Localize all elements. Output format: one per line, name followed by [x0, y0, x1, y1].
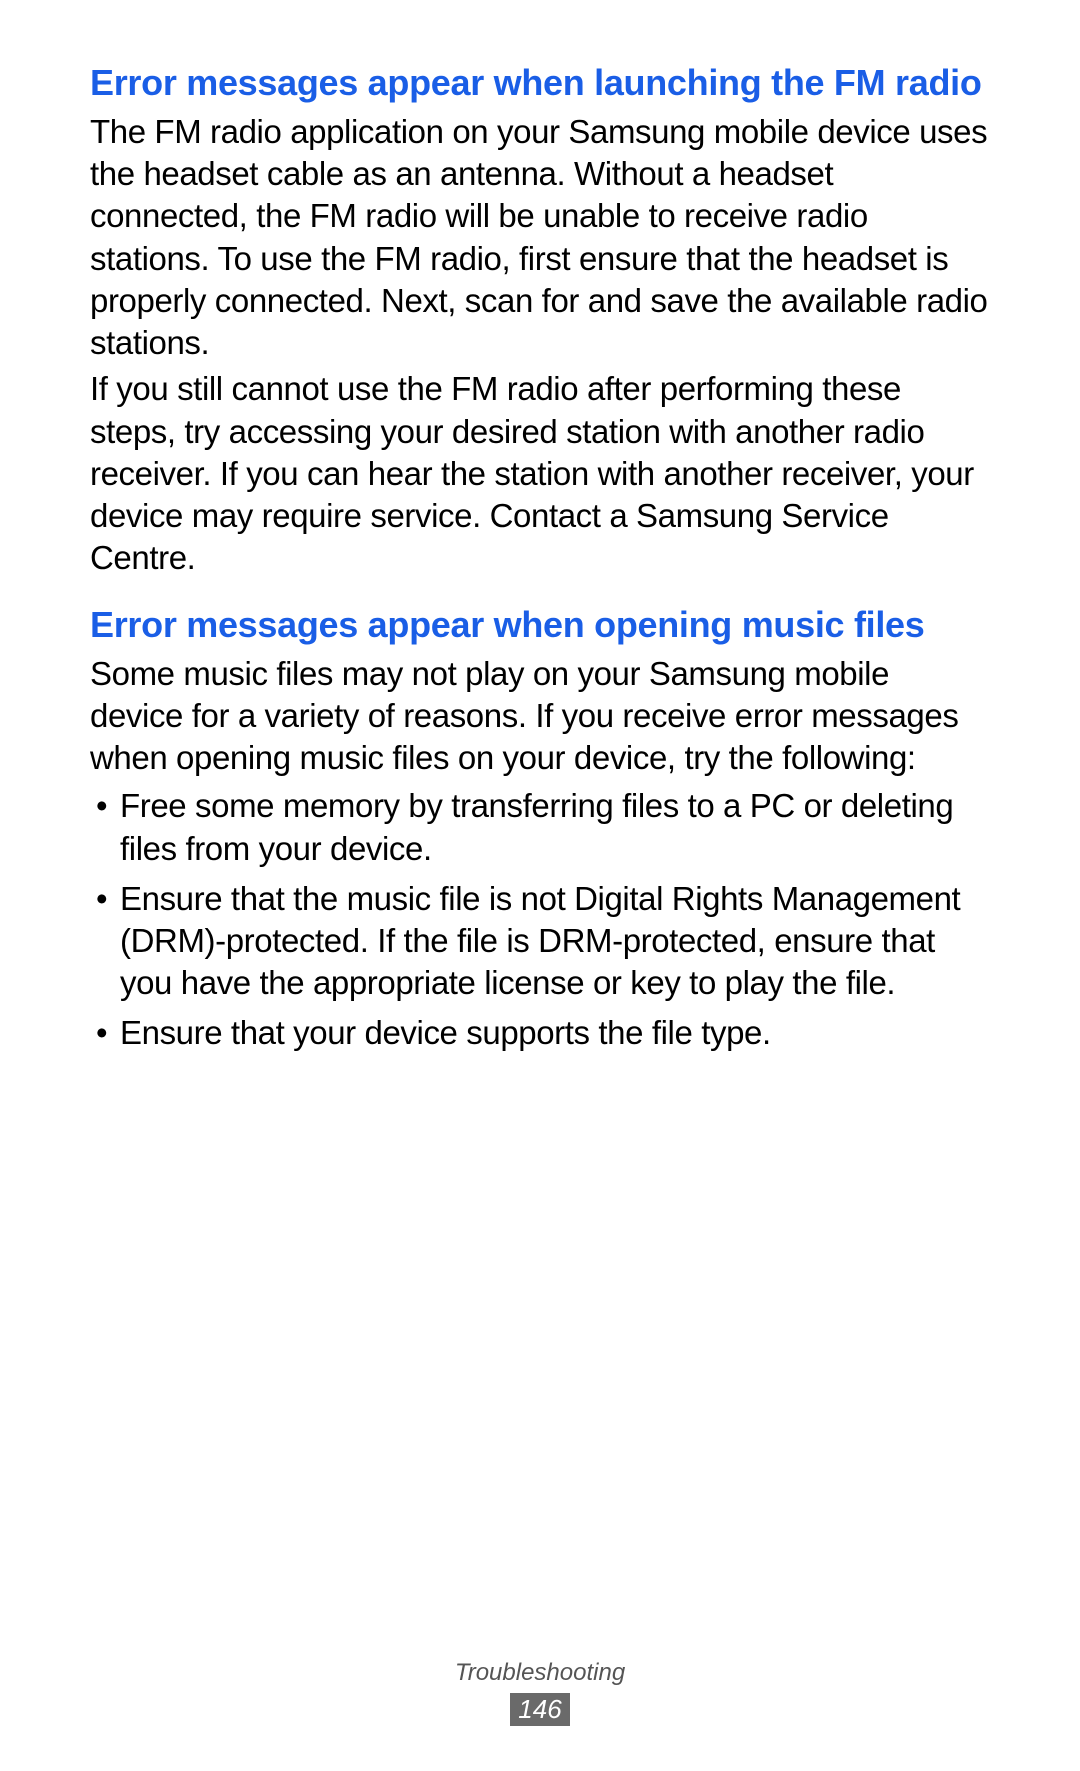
body-paragraph: The FM radio application on your Samsung… [90, 111, 990, 364]
footer-section-name: Troubleshooting [0, 1659, 1080, 1687]
section-heading: Error messages appear when launching the… [90, 60, 990, 105]
list-item: Free some memory by transferring files t… [90, 785, 990, 869]
list-item: Ensure that the music file is not Digita… [90, 878, 990, 1005]
body-paragraph: Some music files may not play on your Sa… [90, 653, 990, 780]
section-heading: Error messages appear when opening music… [90, 602, 990, 647]
document-page: Error messages appear when launching the… [0, 0, 1080, 1771]
page-number: 146 [510, 1693, 569, 1726]
page-footer: Troubleshooting 146 [0, 1659, 1080, 1726]
body-paragraph: If you still cannot use the FM radio aft… [90, 368, 990, 579]
list-item: Ensure that your device supports the fil… [90, 1012, 990, 1054]
bullet-list: Free some memory by transferring files t… [90, 785, 990, 1054]
